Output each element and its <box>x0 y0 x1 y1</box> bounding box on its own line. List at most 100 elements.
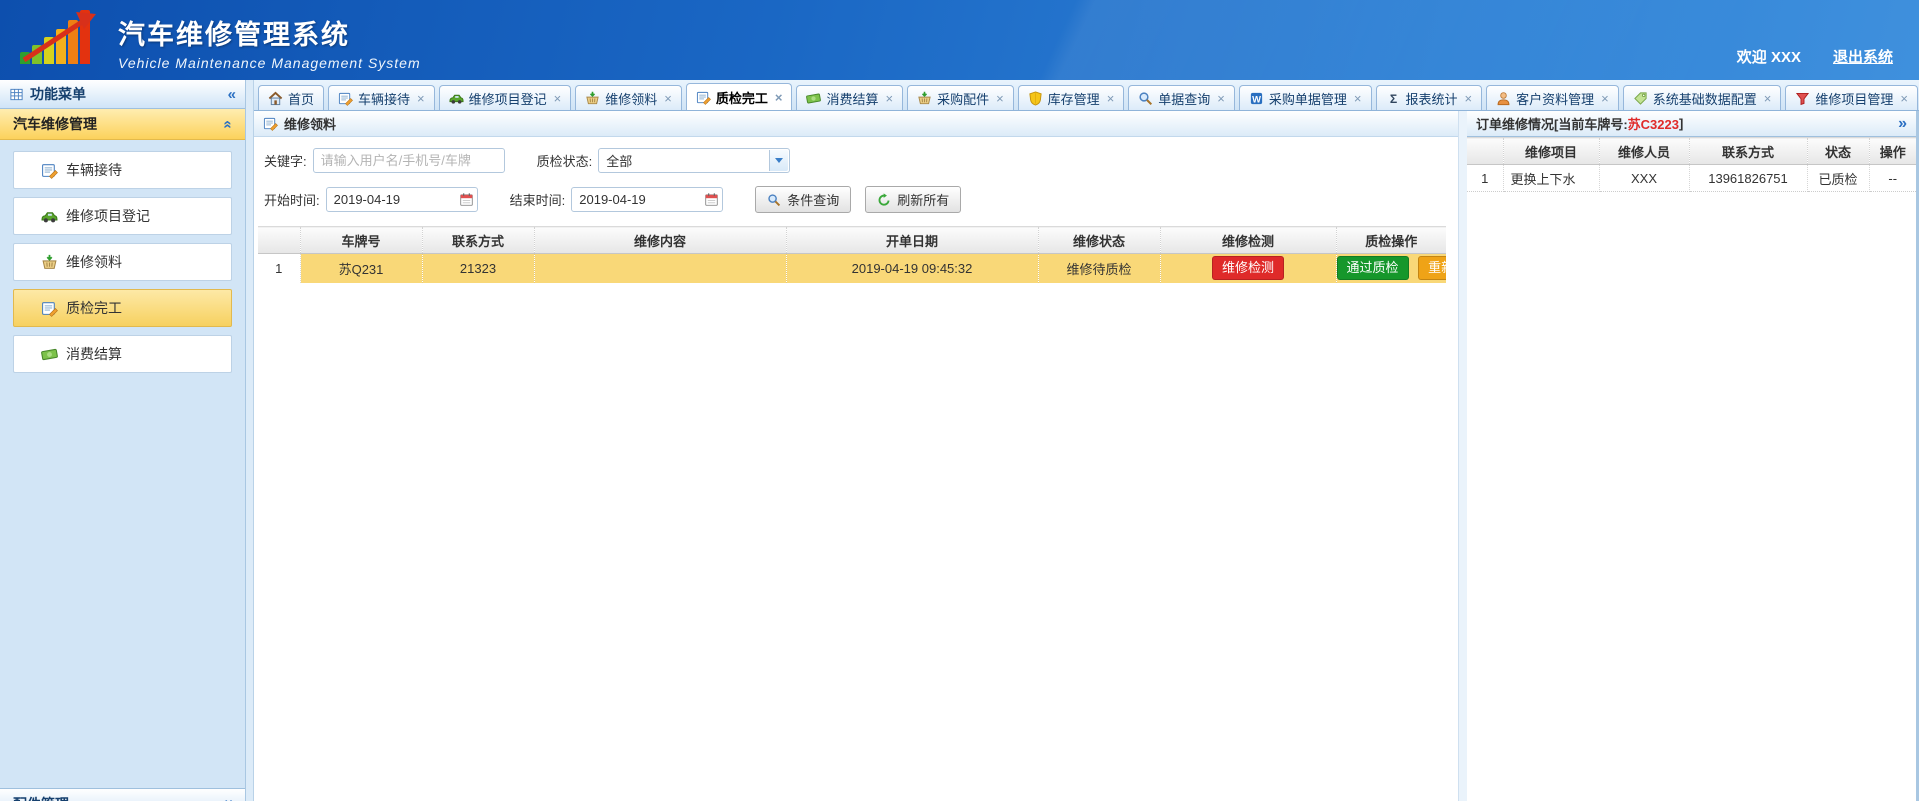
pass-qc-button[interactable]: 通过质检 <box>1336 256 1409 281</box>
tab-document-query[interactable]: 单据查询 × <box>1128 85 1235 110</box>
logout-link[interactable]: 退出系统 <box>1833 46 1893 67</box>
main-panel: 维修领料 关键字: 质检状态: 全部 <box>254 111 1458 801</box>
row-number: 1 <box>258 253 301 283</box>
table-row[interactable]: 1 更换上下水 XXX 13961826751 已质检 -- <box>1467 164 1916 192</box>
table-header-row: 维修项目 维修人员 联系方式 状态 操作 <box>1467 137 1916 165</box>
tab-quality-complete[interactable]: 质检完工 × <box>685 83 793 110</box>
tab-purchase-parts[interactable]: 采购配件 × <box>907 85 1014 110</box>
close-icon[interactable]: × <box>885 91 893 106</box>
collapse-panel-icon[interactable]: » <box>1898 115 1907 133</box>
sidebar-section-parts[interactable]: 配件管理 « <box>0 788 245 801</box>
tab-customer-data-management[interactable]: 客户资料管理 × <box>1486 85 1619 110</box>
tab-repair-project-management[interactable]: 维修项目管理 × <box>1785 85 1918 110</box>
sidebar-item-repair-materials[interactable]: 维修领料 <box>13 243 232 281</box>
sidebar-splitter[interactable] <box>246 80 254 801</box>
header-right: 欢迎 XXX 退出系统 <box>1737 46 1893 67</box>
keyword-input[interactable] <box>312 148 505 173</box>
tab-repair-project-register[interactable]: 维修项目登记 × <box>438 85 572 110</box>
car-icon <box>449 91 464 106</box>
section-title: 配件管理 <box>13 794 69 801</box>
close-icon[interactable]: × <box>1354 91 1362 106</box>
col-action: 操作 <box>1869 137 1916 165</box>
close-icon[interactable]: × <box>1764 91 1772 106</box>
section-title: 汽车维修管理 <box>13 116 97 132</box>
collapse-sidebar-icon[interactable]: « <box>228 86 236 103</box>
end-date-input[interactable] <box>571 187 724 212</box>
calendar-icon[interactable] <box>459 192 474 207</box>
filter-area: 关键字: 质检状态: 全部 开始时间: <box>254 137 1458 219</box>
sidebar-item-vehicle-reception[interactable]: 车辆接待 <box>13 151 232 189</box>
tab-home[interactable]: 首页 <box>258 85 325 110</box>
tab-bar: 首页 车辆接待 × 维修项目登记 × 维修领料 × 质检完工 × 消费结算 × … <box>254 80 1919 111</box>
order-panel-title-suffix: ] <box>1678 116 1684 131</box>
col-detect: 维修检测 <box>1160 226 1337 254</box>
order-panel-header: 订单维修情况[当前车牌号: 苏C3223] » <box>1467 111 1916 137</box>
right-panel-splitter[interactable] <box>1458 111 1467 801</box>
calendar-icon[interactable] <box>704 192 719 207</box>
col-status: 状态 <box>1807 137 1870 165</box>
col-rownum <box>1467 137 1504 165</box>
vehicle-maintenance-app: 汽车维修管理系统 Vehicle Maintenance Management … <box>0 0 1919 801</box>
search-icon <box>1138 91 1153 106</box>
sidebar-menu: 车辆接待 维修项目登记 维修领料 质检完工 消费结算 <box>0 140 245 384</box>
tab-label: 首页 <box>288 91 315 107</box>
sidebar-item-label: 维修项目登记 <box>66 208 150 224</box>
end-time-label: 结束时间: <box>509 193 566 208</box>
order-items-table: 维修项目 维修人员 联系方式 状态 操作 1 更换上下水 XXX 1396182… <box>1467 137 1916 192</box>
sidebar-item-label: 消费结算 <box>66 346 122 362</box>
close-icon[interactable]: × <box>1217 91 1225 106</box>
sidebar-item-quality-complete[interactable]: 质检完工 <box>13 289 232 327</box>
tab-label: 消费结算 <box>826 91 879 107</box>
contact-cell: 21323 <box>422 253 535 283</box>
sidebar-section-repair[interactable]: 汽车维修管理 « <box>0 109 245 140</box>
col-status: 维修状态 <box>1038 226 1161 254</box>
tab-repair-materials[interactable]: 维修领料 × <box>575 85 682 110</box>
start-date-input[interactable] <box>325 187 478 212</box>
order-panel-title-prefix: 订单维修情况[当前车牌号: <box>1476 117 1628 132</box>
tab-inventory-management[interactable]: 库存管理 × <box>1017 85 1125 110</box>
sidebar-item-consumption-settlement[interactable]: 消费结算 <box>13 335 232 373</box>
close-icon[interactable]: × <box>1465 91 1473 106</box>
col-rownum <box>258 226 301 254</box>
tab-system-base-config[interactable]: 系统基础数据配置 × <box>1622 85 1782 110</box>
close-icon[interactable]: × <box>664 91 672 106</box>
close-icon[interactable]: × <box>417 91 425 106</box>
tab-vehicle-reception[interactable]: 车辆接待 × <box>328 85 435 110</box>
function-menu-header: 功能菜单 « <box>0 80 245 109</box>
chevron-up-icon[interactable]: « <box>219 120 236 128</box>
detect-cell: 维修检测 <box>1160 253 1337 283</box>
document-pencil-icon <box>338 91 353 106</box>
close-icon[interactable]: × <box>1900 91 1908 106</box>
start-time-label: 开始时间: <box>264 193 320 208</box>
close-icon[interactable]: × <box>1107 91 1115 106</box>
refresh-button[interactable]: 刷新所有 <box>865 186 962 213</box>
close-icon[interactable]: × <box>1601 91 1609 106</box>
quality-status-select[interactable]: 全部 <box>598 148 791 173</box>
tab-label: 维修项目管理 <box>1815 91 1894 107</box>
car-icon <box>41 208 58 225</box>
grid-icon <box>9 87 24 102</box>
sidebar-item-label: 质检完工 <box>66 300 122 316</box>
pencil-edit-icon <box>263 116 278 131</box>
tab-report-statistics[interactable]: 报表统计 × <box>1375 85 1483 110</box>
panel-header: 维修领料 <box>254 111 1458 137</box>
close-icon[interactable]: × <box>775 90 783 105</box>
search-button[interactable]: 条件查询 <box>755 186 852 213</box>
repair-detect-button[interactable]: 维修检测 <box>1211 256 1284 281</box>
order-repair-panel: 订单维修情况[当前车牌号: 苏C3223] » 维修项目 维修人员 联系方式 状… <box>1467 111 1919 801</box>
tab-purchase-document-management[interactable]: 采购单据管理 × <box>1238 85 1372 110</box>
tab-label: 客户资料管理 <box>1516 91 1595 107</box>
person-cell: XXX <box>1599 164 1690 192</box>
close-icon[interactable]: × <box>554 91 562 106</box>
close-icon[interactable]: × <box>996 91 1004 106</box>
repair-orders-table: 车牌号 联系方式 维修内容 开单日期 维修状态 维修检测 质检操作 1 苏Q23… <box>258 226 1446 283</box>
sidebar-item-repair-project-register[interactable]: 维修项目登记 <box>13 197 232 235</box>
cart-icon <box>41 254 58 271</box>
table-row[interactable]: 1 苏Q231 21323 2019-04-19 09:45:32 维修待质检 … <box>258 253 1446 283</box>
sidebar: 功能菜单 « 汽车维修管理 « 车辆接待 维修项目登记 维修领料 质检完工 消费… <box>0 80 246 801</box>
status-cell: 维修待质检 <box>1038 253 1161 283</box>
tab-consumption-settlement[interactable]: 消费结算 × <box>796 85 904 110</box>
dropdown-chevron-icon[interactable] <box>769 150 789 171</box>
redo-repair-button[interactable]: 重新维修 <box>1418 256 1446 281</box>
tab-label: 采购单据管理 <box>1268 91 1347 107</box>
